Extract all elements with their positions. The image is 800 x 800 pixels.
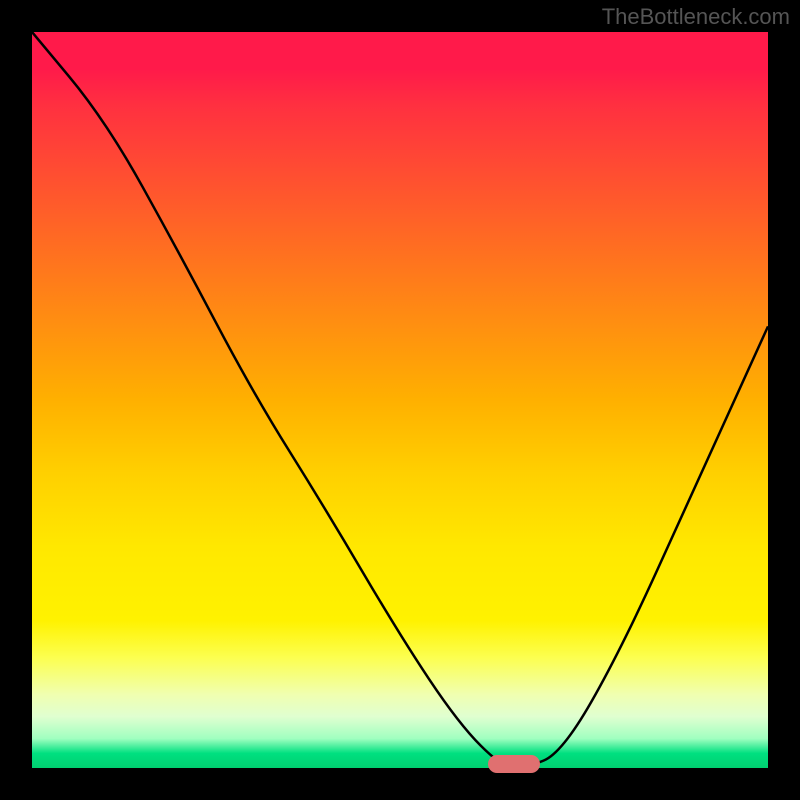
watermark-text: TheBottleneck.com <box>602 4 790 30</box>
chart-svg <box>32 32 768 768</box>
bottleneck-curve-line <box>32 32 768 768</box>
optimal-range-marker <box>488 755 540 773</box>
chart-plot-area <box>32 32 768 768</box>
